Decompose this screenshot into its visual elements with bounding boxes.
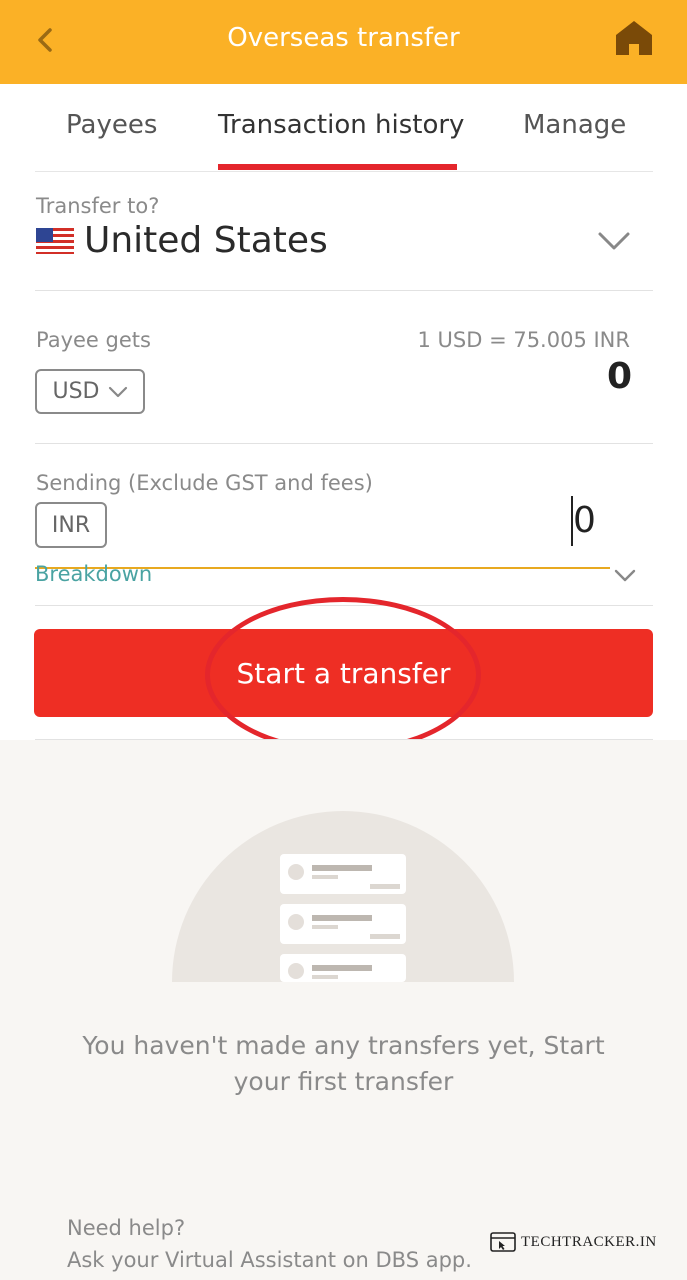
chevron-down-icon[interactable] (596, 228, 632, 254)
country-selector[interactable]: United States (36, 218, 328, 264)
payee-currency-select[interactable]: USD (35, 369, 145, 414)
breakdown-toggle[interactable]: Breakdown (35, 562, 152, 586)
start-transfer-button[interactable]: Start a transfer (34, 629, 653, 717)
divider (35, 443, 653, 444)
exchange-rate: 1 USD = 75.005 INR (417, 328, 630, 352)
active-tab-indicator (218, 164, 457, 170)
sending-amount-value: 0 (573, 500, 596, 541)
page-title: Overseas transfer (227, 23, 460, 53)
divider (35, 605, 653, 606)
payee-currency-code: USD (52, 379, 100, 404)
sending-currency-code: INR (51, 512, 91, 538)
tab-manage[interactable]: Manage (523, 110, 626, 140)
watermark: TECHTRACKER.IN (490, 1232, 657, 1252)
country-name: United States (84, 220, 328, 261)
us-flag-icon (36, 228, 74, 254)
sending-label: Sending (Exclude GST and fees) (36, 471, 373, 495)
tab-payees[interactable]: Payees (66, 110, 157, 140)
app-header: Overseas transfer (0, 0, 687, 84)
watermark-text: TECHTRACKER.IN (521, 1233, 657, 1250)
browser-cursor-icon (490, 1232, 516, 1252)
transfer-to-label: Transfer to? (36, 194, 160, 218)
tab-transaction-history[interactable]: Transaction history (218, 110, 464, 140)
payee-gets-label: Payee gets (36, 328, 151, 352)
home-icon[interactable] (612, 16, 656, 60)
tab-bar: Payees Transaction history Manage (35, 84, 653, 172)
help-title: Need help? (67, 1216, 186, 1240)
help-text[interactable]: Ask your Virtual Assistant on DBS app. (67, 1248, 472, 1272)
payee-amount: 0 (606, 356, 632, 397)
empty-state-message: You haven't made any transfers yet, Star… (82, 1031, 605, 1096)
transfer-list-illustration (172, 811, 514, 982)
chevron-down-icon[interactable] (613, 566, 637, 584)
sending-currency-box: INR (35, 502, 107, 548)
chevron-down-icon (108, 386, 127, 397)
divider (35, 290, 653, 291)
